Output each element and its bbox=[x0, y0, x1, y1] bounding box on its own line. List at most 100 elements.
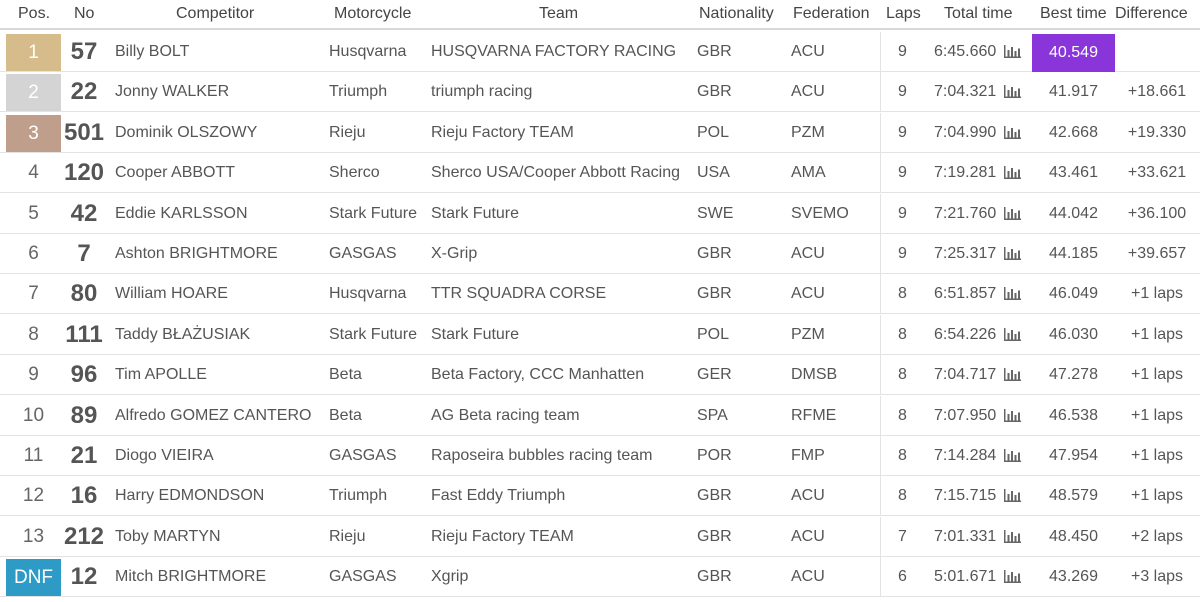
difference-cell: +1 laps bbox=[1130, 447, 1184, 464]
nationality-cell: GBR bbox=[697, 245, 732, 262]
bar-chart-icon[interactable] bbox=[1004, 125, 1021, 139]
motorcycle-cell: Beta bbox=[329, 406, 362, 424]
table-row[interactable]: 7 80 William HOARE Husqvarna TTR SQUADRA COR… bbox=[0, 274, 1200, 315]
header-competitor[interactable]: Competitor bbox=[176, 5, 254, 23]
bar-chart-icon[interactable] bbox=[1004, 287, 1021, 301]
best-time-cell: 43.269 bbox=[1049, 568, 1098, 586]
table-row[interactable]: 1 57 Billy BOLT Husqvarna HUSQVARNA FACTORY … bbox=[0, 32, 1200, 72]
total-time-cell: 7:15.715 bbox=[934, 487, 997, 505]
bar-chart-icon[interactable] bbox=[1004, 327, 1021, 341]
table-row[interactable]: 5 42 Eddie KARLSSON Stark Future Stark Futur… bbox=[0, 193, 1200, 234]
best-time-cell: 47.954 bbox=[1049, 447, 1098, 464]
position-cell: 9 bbox=[28, 364, 39, 386]
competitor-name[interactable]: Ashton BRIGHTMORE bbox=[115, 234, 278, 274]
laps-cell: 9 bbox=[880, 193, 924, 234]
table-row[interactable]: 6 7 Ashton BRIGHTMORE GASGAS X-Grip GBR ACU 9 7:… bbox=[0, 234, 1200, 274]
bar-chart-icon[interactable] bbox=[1004, 368, 1021, 382]
bar-chart-icon[interactable] bbox=[1004, 449, 1021, 462]
bar-chart-icon[interactable] bbox=[1004, 489, 1021, 503]
best-time-cell: 48.579 bbox=[1049, 487, 1098, 505]
team-cell: AG Beta racing team bbox=[431, 406, 580, 424]
header-motorcycle[interactable]: Motorcycle bbox=[334, 5, 411, 23]
competitor-name[interactable]: William HOARE bbox=[115, 274, 228, 314]
competitor-name[interactable]: Billy BOLT bbox=[115, 32, 189, 72]
best-time-cell: 46.049 bbox=[1049, 285, 1098, 303]
table-row[interactable]: 3 501 Dominik OLSZOWY Rieju Rieju Factory TE… bbox=[0, 112, 1200, 153]
position-cell: 13 bbox=[22, 525, 45, 547]
table-row[interactable]: DNF 12 Mitch BRIGHTMORE GASGAS Xgrip GBR ACU 6 5… bbox=[0, 557, 1200, 598]
bar-chart-icon[interactable] bbox=[1004, 45, 1021, 58]
motorcycle-cell: Triumph bbox=[329, 83, 388, 101]
difference-cell: +1 laps bbox=[1130, 487, 1184, 505]
difference-cell: +18.661 bbox=[1127, 83, 1187, 101]
header-laps[interactable]: Laps bbox=[886, 5, 921, 23]
nationality-cell: POL bbox=[697, 123, 730, 141]
competitor-name[interactable]: Dominik OLSZOWY bbox=[115, 113, 257, 153]
header-no[interactable]: No bbox=[74, 5, 94, 23]
header-pos[interactable]: Pos. bbox=[18, 5, 50, 23]
bar-chart-icon[interactable] bbox=[1004, 570, 1021, 584]
federation-cell: ACU bbox=[791, 568, 825, 586]
difference-cell: +1 laps bbox=[1130, 285, 1184, 303]
table-row[interactable]: 2 22 Jonny WALKER Triumph triumph racing GBR A… bbox=[0, 72, 1200, 113]
header-difference[interactable]: Difference bbox=[1115, 5, 1188, 23]
laps-cell: 9 bbox=[880, 234, 924, 274]
competitor-name[interactable]: Jonny WALKER bbox=[115, 72, 229, 112]
table-row[interactable]: 9 96 Tim APOLLE Beta Beta Factory, CCC Manha… bbox=[0, 355, 1200, 396]
total-time-cell: 7:07.950 bbox=[934, 406, 997, 424]
competitor-name[interactable]: Alfredo GOMEZ CANTERO bbox=[115, 396, 311, 436]
competitor-name[interactable]: Harry EDMONDSON bbox=[115, 476, 264, 516]
laps-cell: 8 bbox=[880, 476, 924, 517]
rider-number: 12 bbox=[70, 563, 98, 591]
table-row[interactable]: 8 111 Taddy BŁAŻUSIAK Stark Future Stark Fut… bbox=[0, 314, 1200, 355]
header-federation[interactable]: Federation bbox=[793, 5, 870, 23]
difference-cell: +36.100 bbox=[1127, 204, 1187, 222]
header-nationality[interactable]: Nationality bbox=[699, 5, 774, 23]
competitor-name[interactable]: Diogo VIEIRA bbox=[115, 436, 214, 476]
nationality-cell: USA bbox=[697, 164, 730, 182]
motorcycle-cell: Husqvarna bbox=[329, 285, 407, 303]
table-row[interactable]: 10 89 Alfredo GOMEZ CANTERO Beta AG Beta rac… bbox=[0, 395, 1200, 436]
bar-chart-icon[interactable] bbox=[1004, 85, 1021, 99]
competitor-name[interactable]: Toby MARTYN bbox=[115, 517, 221, 557]
position-cell: 4 bbox=[28, 162, 39, 184]
laps-cell: 8 bbox=[880, 355, 924, 396]
team-cell: Sherco USA/Cooper Abbott Racing bbox=[431, 164, 681, 182]
competitor-name[interactable]: Eddie KARLSSON bbox=[115, 194, 248, 234]
motorcycle-cell: GASGAS bbox=[329, 447, 397, 464]
position-cell: DNF bbox=[6, 559, 61, 597]
rider-number: 21 bbox=[70, 442, 98, 469]
bar-chart-icon[interactable] bbox=[1004, 408, 1021, 422]
table-row[interactable]: 11 21 Diogo VIEIRA GASGAS Raposeira bubbles … bbox=[0, 436, 1200, 476]
federation-cell: ACU bbox=[791, 245, 825, 262]
bar-chart-icon[interactable] bbox=[1004, 529, 1021, 543]
federation-cell: ACU bbox=[791, 285, 825, 303]
difference-cell: +3 laps bbox=[1130, 568, 1184, 586]
bar-chart-icon[interactable] bbox=[1004, 166, 1021, 180]
difference-cell: +1 laps bbox=[1130, 366, 1184, 384]
competitor-name[interactable]: Cooper ABBOTT bbox=[115, 153, 235, 193]
header-total-time[interactable]: Total time bbox=[944, 5, 1012, 23]
table-row[interactable]: 13 212 Toby MARTYN Rieju Rieju Factory TEAM G… bbox=[0, 516, 1200, 557]
federation-cell: ACU bbox=[791, 43, 825, 60]
best-time-cell: 47.278 bbox=[1049, 366, 1098, 384]
rider-number: 7 bbox=[77, 240, 91, 267]
table-row[interactable]: 4 120 Cooper ABBOTT Sherco Sherco USA/Cooper… bbox=[0, 153, 1200, 194]
table-row[interactable]: 12 16 Harry EDMONDSON Triumph Fast Eddy Triu… bbox=[0, 476, 1200, 517]
competitor-name[interactable]: Mitch BRIGHTMORE bbox=[115, 557, 266, 597]
competitor-name[interactable]: Taddy BŁAŻUSIAK bbox=[115, 315, 250, 355]
header-team[interactable]: Team bbox=[539, 5, 578, 23]
nationality-cell: GER bbox=[697, 366, 732, 384]
team-cell: Stark Future bbox=[431, 325, 520, 343]
header-best-time[interactable]: Best time bbox=[1040, 5, 1107, 23]
bar-chart-icon[interactable] bbox=[1004, 206, 1021, 220]
laps-cell: 8 bbox=[880, 274, 924, 315]
motorcycle-cell: Beta bbox=[329, 366, 362, 384]
team-cell: Stark Future bbox=[431, 204, 520, 222]
bar-chart-icon[interactable] bbox=[1004, 247, 1021, 260]
best-time-cell: 44.042 bbox=[1049, 204, 1098, 222]
competitor-name[interactable]: Tim APOLLE bbox=[115, 355, 207, 395]
nationality-cell: GBR bbox=[697, 487, 732, 505]
total-time-cell: 7:21.760 bbox=[934, 204, 997, 222]
team-cell: Rieju Factory TEAM bbox=[431, 123, 574, 141]
